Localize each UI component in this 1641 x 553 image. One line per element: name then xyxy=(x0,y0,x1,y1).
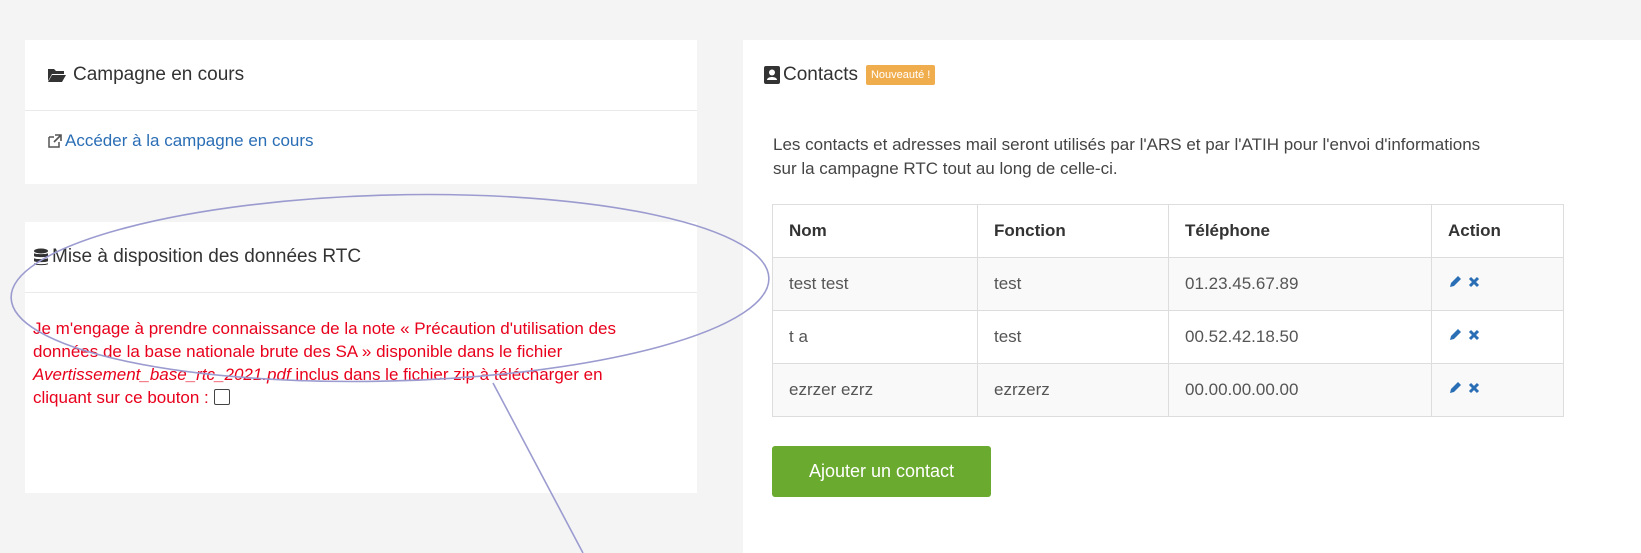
contacts-description: Les contacts et adresses mail seront uti… xyxy=(773,135,1481,178)
new-feature-badge: Nouveauté ! xyxy=(865,65,936,85)
cell-fonction: test xyxy=(977,257,1169,311)
cell-nom: t a xyxy=(772,310,978,364)
cell-telephone: 00.52.42.18.50 xyxy=(1168,310,1432,364)
column-header-nom: Nom xyxy=(772,204,978,258)
add-contact-button[interactable]: Ajouter un contact xyxy=(772,446,991,497)
cell-action xyxy=(1431,363,1564,417)
cell-action xyxy=(1431,257,1564,311)
column-header-telephone: Téléphone xyxy=(1168,204,1432,258)
contacts-table: Nom Fonction Téléphone Action test test … xyxy=(772,204,1564,417)
external-link-icon xyxy=(47,133,62,149)
times-icon[interactable] xyxy=(1468,329,1480,341)
campaign-access-link-label: Accéder à la campagne en cours xyxy=(65,131,314,150)
column-header-fonction: Fonction xyxy=(977,204,1169,258)
times-icon[interactable] xyxy=(1468,382,1480,394)
times-icon[interactable] xyxy=(1468,276,1480,288)
cell-fonction: test xyxy=(977,310,1169,364)
cell-nom: ezrzer ezrz xyxy=(772,363,978,417)
cell-telephone: 01.23.45.67.89 xyxy=(1168,257,1432,311)
folder-open-icon xyxy=(47,67,67,83)
table-header-row: Nom Fonction Téléphone Action xyxy=(772,204,1564,258)
cell-telephone: 00.00.00.00.00 xyxy=(1168,363,1432,417)
data-notice-text: Je m'engage à prendre connaissance de la… xyxy=(33,319,616,361)
download-checkbox[interactable] xyxy=(213,389,230,405)
cell-nom: test test xyxy=(772,257,978,311)
pencil-icon[interactable] xyxy=(1448,275,1462,289)
contacts-panel-header: Contacts Nouveauté ! xyxy=(743,40,1641,110)
cell-action xyxy=(1431,310,1564,364)
campaign-panel-header: Campagne en cours xyxy=(25,40,697,111)
pencil-icon[interactable] xyxy=(1448,328,1462,342)
campaign-access-link[interactable]: Accéder à la campagne en cours xyxy=(47,131,697,151)
address-book-icon xyxy=(764,66,780,84)
table-row: ezrzer ezrz ezrzerz 00.00.00.00.00 xyxy=(772,363,1564,417)
database-icon xyxy=(33,248,49,266)
column-header-action: Action xyxy=(1431,204,1564,258)
data-notice-filename: Avertissement_base_rtc_2021.pdf xyxy=(33,365,291,384)
cell-fonction: ezrzerz xyxy=(977,363,1169,417)
data-panel: Mise à disposition des données RTC Je m'… xyxy=(25,222,697,493)
campaign-panel: Campagne en cours Accéder à la campagne … xyxy=(25,40,697,184)
contacts-panel-title: Contacts xyxy=(783,64,858,85)
data-panel-header: Mise à disposition des données RTC xyxy=(25,222,697,293)
data-panel-title: Mise à disposition des données RTC xyxy=(52,246,362,267)
data-notice: Je m'engage à prendre connaissance de la… xyxy=(25,293,683,409)
table-row: test test test 01.23.45.67.89 xyxy=(772,257,1564,311)
contacts-panel: Contacts Nouveauté ! Les contacts et adr… xyxy=(743,40,1641,553)
table-row: t a test 00.52.42.18.50 xyxy=(772,310,1564,364)
pencil-icon[interactable] xyxy=(1448,381,1462,395)
campaign-panel-title: Campagne en cours xyxy=(73,64,245,85)
